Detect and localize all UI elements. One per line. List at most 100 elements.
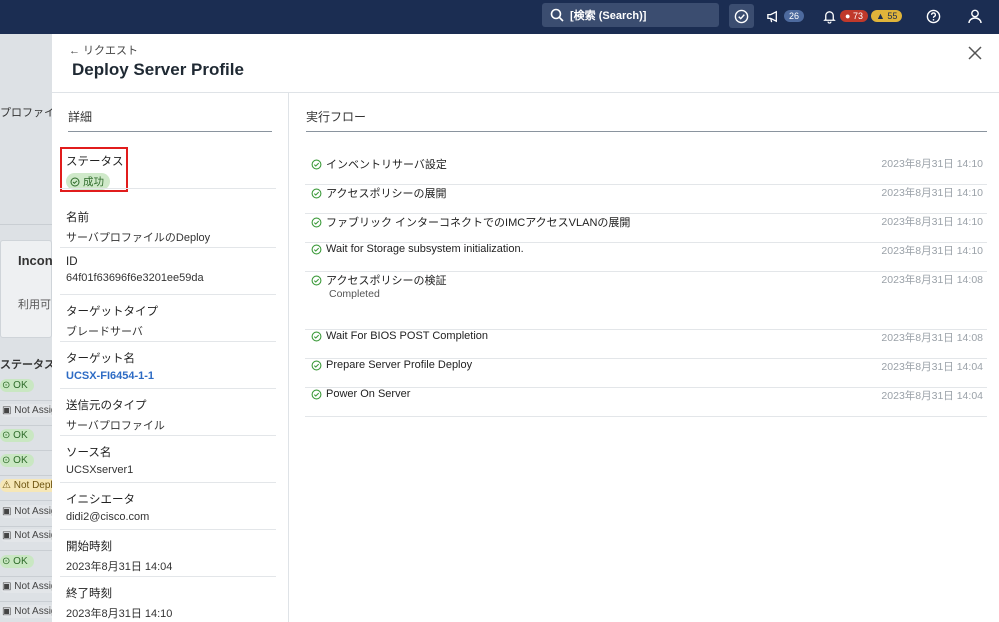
flow-step-time: 2023年8月31日 14:08: [881, 332, 983, 344]
background-card: Incons 利用可: [0, 240, 52, 338]
divider: [60, 341, 276, 342]
background-status-text: OK: [13, 556, 28, 567]
detail-field-value: ブレードサーバ: [66, 326, 143, 338]
user-icon: [967, 9, 982, 24]
flow-step-time: 2023年8月31日 14:10: [881, 245, 983, 257]
check-circle-icon: ⊙: [2, 380, 14, 391]
check-circle-icon: [311, 188, 322, 198]
check-circle-icon: ⊙: [2, 556, 14, 567]
detail-field-value: didi2@cisco.com: [66, 511, 150, 523]
detail-field: 名前 サーバプロファイルのDeploy: [66, 209, 276, 245]
detail-field: ソース名 UCSXserver1: [66, 444, 276, 476]
divider: [0, 601, 52, 602]
warning-alarms-count: 55: [887, 11, 898, 21]
target-name-link[interactable]: UCSX-FI6454-1-1: [66, 370, 276, 382]
divider: [68, 131, 272, 132]
check-circle-icon: [311, 217, 322, 227]
check-circle-icon: [734, 9, 749, 23]
user-button[interactable]: [966, 4, 983, 28]
search-bar[interactable]: [検索 (Search)]: [542, 3, 719, 27]
flow-step-name: アクセスポリシーの展開: [311, 185, 446, 201]
divider: [0, 500, 52, 501]
divider: [60, 188, 276, 189]
background-status-pill: ▣ Not Assig: [0, 505, 52, 518]
divider: [0, 475, 52, 476]
requests-button[interactable]: [729, 4, 754, 28]
megaphone-icon: [767, 10, 777, 22]
detail-field-label: 送信元のタイプ: [66, 400, 147, 412]
detail-field-value: 2023年8月31日 14:10: [66, 608, 173, 620]
detail-field-label: イニシエータ: [66, 494, 135, 506]
divider: [60, 388, 276, 389]
divider: [60, 482, 276, 483]
detail-field-label: ソース名: [66, 447, 112, 459]
flow-step-status: Completed: [329, 288, 380, 300]
divider: [60, 247, 276, 248]
alarms-button[interactable]: ● 73 ▲ 55: [822, 4, 903, 28]
flow-step: Wait for Storage subsystem initializatio…: [305, 243, 987, 272]
square-icon: ▣: [2, 581, 15, 592]
background-page: プロファイ Incons 利用可 ステータス ⊙ OK ▣ Not Assig ⊙ …: [0, 34, 52, 622]
search-placeholder: [検索 (Search)]: [570, 10, 647, 22]
check-circle-icon: ⊙: [2, 430, 14, 441]
flow-step-name: Power On Server: [311, 388, 410, 400]
square-icon: ▣: [2, 606, 15, 617]
divider: [0, 526, 52, 527]
background-status-text: Not Assig: [14, 606, 52, 617]
divider: [0, 425, 52, 426]
flow-step: アクセスポリシーの検証 Completed 2023年8月31日 14:08: [305, 272, 987, 330]
background-status-pill: ⚠ Not Deplo: [0, 479, 52, 492]
critical-alarms-badge: ● 73: [840, 10, 868, 22]
back-to-requests-link[interactable]: ← リクエスト: [69, 42, 138, 58]
check-circle-icon: [311, 360, 322, 370]
background-status-text: Not Assig: [14, 506, 52, 517]
detail-field-label: ターゲットタイプ: [66, 306, 158, 318]
check-circle-icon: ⊙: [2, 455, 14, 466]
background-status-pill: ▣ Not Assig: [0, 605, 52, 618]
detail-field: 送信元のタイプ サーバプロファイル: [66, 397, 276, 433]
background-status-text: OK: [13, 455, 28, 466]
warning-icon: ⚠: [2, 480, 14, 491]
divider: [0, 224, 52, 225]
background-status-pill: ▣ Not Assig: [0, 404, 52, 417]
flow-step-label: ファブリック インターコネクトでのIMCアクセスVLANの展開: [326, 217, 631, 229]
divider: [60, 294, 276, 295]
critical-alarms-count: 73: [852, 11, 863, 21]
flow-step: ファブリック インターコネクトでのIMCアクセスVLANの展開 2023年8月31…: [305, 214, 987, 243]
background-status-text: Not Deplo: [13, 480, 52, 491]
detail-field: ターゲット名 UCSX-FI6454-1-1: [66, 350, 276, 382]
check-circle-icon: [311, 244, 322, 254]
divider: [0, 450, 52, 451]
flow-step-time: 2023年8月31日 14:04: [881, 390, 983, 402]
flow-step: Prepare Server Profile Deploy 2023年8月31日 …: [305, 359, 987, 388]
detail-field: ID 64f01f63696f6e3201ee59da: [66, 256, 276, 284]
flow-step-name: ファブリック インターコネクトでのIMCアクセスVLANの展開: [311, 214, 630, 230]
background-status-pill: ⊙ OK: [0, 379, 34, 392]
detail-field-value: サーバプロファイルのDeploy: [66, 232, 211, 244]
detail-field: ターゲットタイプ ブレードサーバ: [66, 303, 276, 339]
status-highlight-box: [60, 147, 128, 192]
check-circle-icon: [311, 331, 322, 341]
announcements-button[interactable]: 26: [766, 4, 805, 28]
flow-step-time: 2023年8月31日 14:08: [881, 274, 983, 286]
help-icon: [926, 9, 940, 23]
help-button[interactable]: [925, 4, 941, 28]
details-heading: 詳細: [68, 110, 93, 124]
flow-step: インベントリサーバ設定 2023年8月31日 14:10: [305, 156, 987, 185]
background-status-text: OK: [13, 380, 28, 391]
divider: [306, 131, 987, 132]
close-icon[interactable]: [967, 45, 983, 61]
detail-field-value: 2023年8月31日 14:04: [66, 561, 173, 573]
announcements-count: 26: [784, 10, 805, 22]
detail-field-value: UCSXserver1: [66, 464, 134, 476]
flow-step-name: Prepare Server Profile Deploy: [311, 359, 472, 371]
bell-icon: [823, 10, 836, 24]
warning-alarms-badge: ▲ 55: [870, 10, 903, 22]
square-icon: ▣: [2, 405, 15, 416]
square-icon: ▣: [2, 530, 15, 541]
background-status-pill: ⊙ OK: [0, 454, 34, 467]
detail-field-value: 64f01f63696f6e3201ee59da: [66, 272, 204, 284]
background-card-title: Incons: [18, 253, 52, 268]
background-status-text: Not Assig: [14, 405, 52, 416]
flow-step-name: Wait For BIOS POST Completion: [311, 330, 488, 342]
